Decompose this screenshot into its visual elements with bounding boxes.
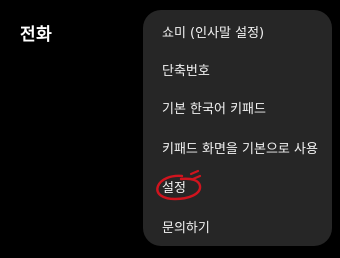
menu-item-showme-greeting[interactable]: 쇼미 (인사말 설정) <box>143 12 332 50</box>
overflow-menu: 쇼미 (인사말 설정) 단축번호 기본 한국어 키패드 키패드 화면을 기본으로… <box>143 10 332 246</box>
menu-item-speed-dial[interactable]: 단축번호 <box>143 50 332 88</box>
menu-item-contact-us[interactable]: 문의하기 <box>143 207 332 245</box>
menu-item-default-korean-keypad[interactable]: 기본 한국어 키패드 <box>143 88 332 126</box>
menu-item-keypad-default-screen[interactable]: 키패드 화면을 기본으로 사용 <box>143 128 332 166</box>
phone-screen: 전화 쇼미 (인사말 설정) 단축번호 기본 한국어 키패드 키패드 화면을 기… <box>0 0 340 258</box>
page-title: 전화 <box>20 25 53 45</box>
menu-item-settings[interactable]: 설정 <box>143 167 332 205</box>
